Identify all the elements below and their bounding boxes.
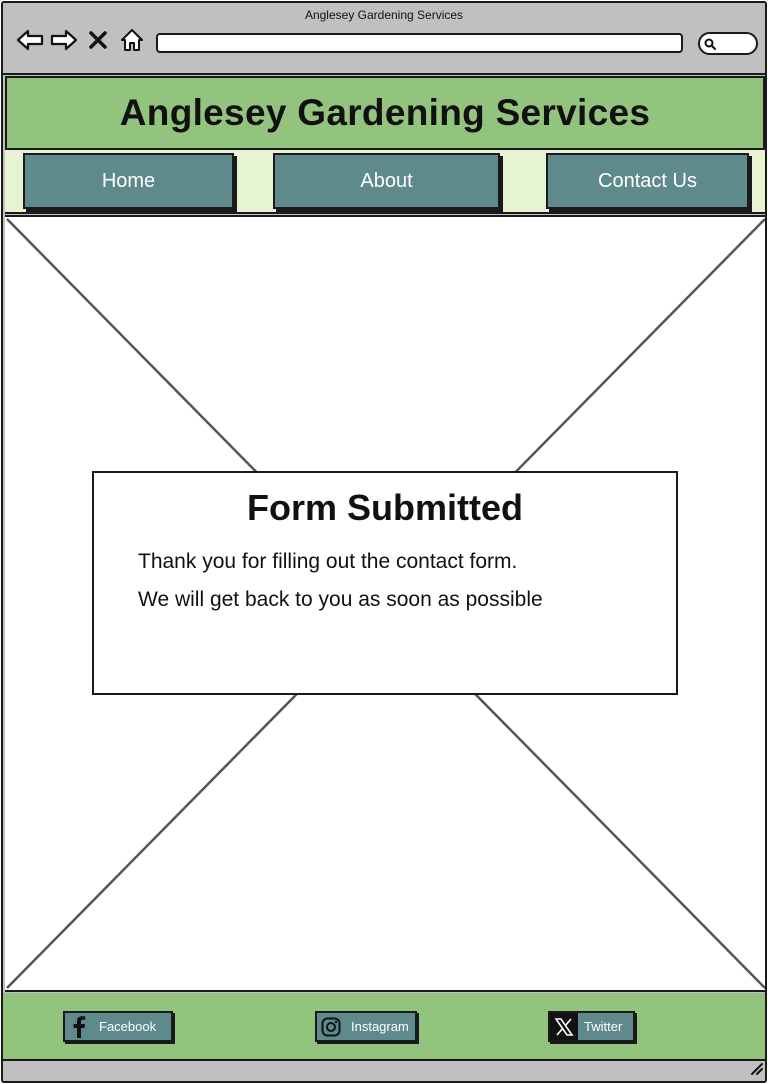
nav-about-button[interactable]: About (273, 153, 500, 209)
main-navigation: Home About Contact Us (5, 150, 765, 214)
nav-home-button[interactable]: Home (23, 153, 234, 209)
facebook-link[interactable]: Facebook (63, 1011, 173, 1042)
browser-nav-controls (15, 25, 147, 55)
instagram-link[interactable]: Instagram (315, 1011, 417, 1042)
message-line-followup: We will get back to you as soon as possi… (138, 588, 543, 611)
window-title: Anglesey Gardening Services (304, 8, 464, 22)
url-bar[interactable] (156, 33, 683, 53)
home-icon[interactable] (117, 25, 147, 55)
browser-window: Anglesey Gardening Services Anglesey Gar… (1, 1, 767, 1083)
nav-contact-button[interactable]: Contact Us (546, 153, 749, 209)
back-arrow-icon[interactable] (15, 25, 45, 55)
forward-arrow-icon[interactable] (49, 25, 79, 55)
facebook-label: Facebook (99, 1019, 157, 1034)
site-footer: Facebook Instagram Twitter (3, 993, 765, 1061)
twitter-label: Twitter (584, 1019, 623, 1034)
main-content: Form Submitted Thank you for filling out… (5, 215, 765, 992)
form-submitted-message: Form Submitted Thank you for filling out… (92, 471, 678, 695)
message-line-thanks: Thank you for filling out the contact fo… (138, 550, 518, 573)
browser-status-bar (3, 1061, 765, 1081)
instagram-icon (317, 1013, 345, 1040)
message-title: Form Submitted (247, 487, 523, 528)
browser-titlebar: Anglesey Gardening Services (3, 3, 765, 75)
search-icon (704, 38, 716, 50)
twitter-link[interactable]: Twitter (548, 1011, 635, 1042)
site-title: Anglesey Gardening Services (119, 92, 651, 133)
browser-search-box[interactable] (698, 32, 758, 55)
close-icon[interactable] (83, 25, 113, 55)
facebook-icon (65, 1013, 93, 1040)
site-header: Anglesey Gardening Services (5, 76, 765, 150)
x-twitter-icon (550, 1013, 578, 1040)
instagram-label: Instagram (351, 1019, 409, 1034)
resize-grip-icon[interactable] (749, 1061, 763, 1080)
